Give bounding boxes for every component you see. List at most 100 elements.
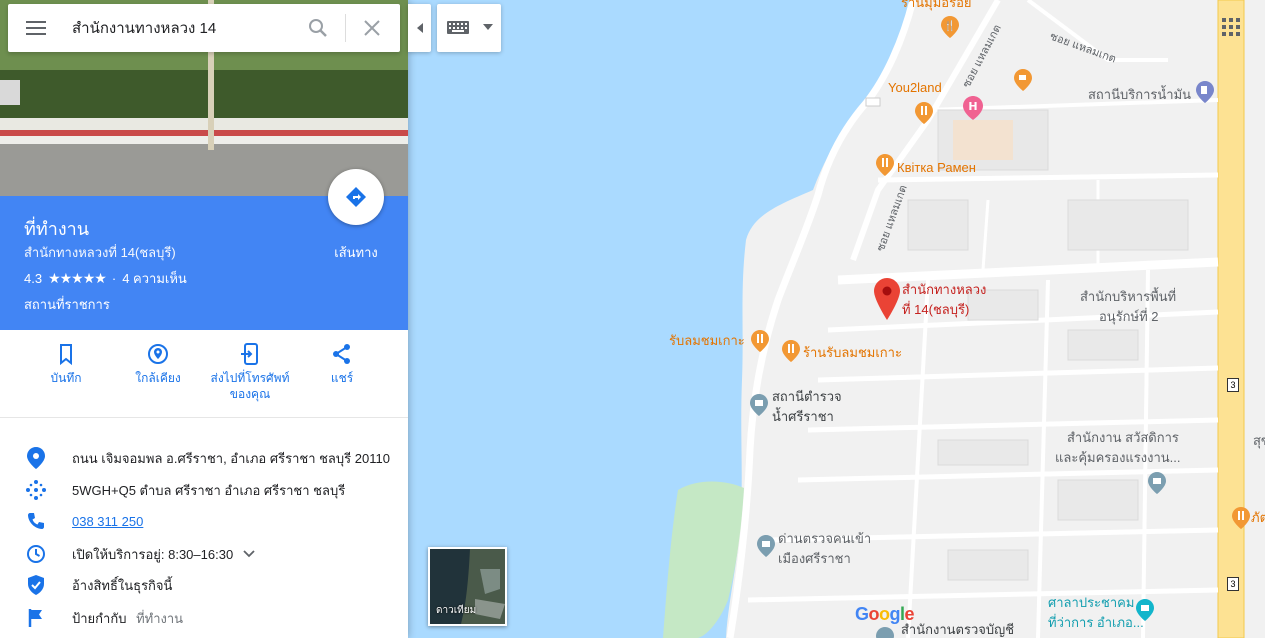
place-title: ที่ทำงาน: [24, 219, 90, 239]
location-pin-icon: [24, 446, 48, 470]
map-label[interactable]: เมืองศรีราชา: [778, 550, 851, 567]
svg-text:H: H: [968, 100, 977, 113]
gas-station-pin-icon[interactable]: [1196, 81, 1214, 103]
map-label[interactable]: Квітка Рамен: [897, 159, 976, 176]
map-label[interactable]: สำนักงาน สวัสดิการ: [1067, 429, 1179, 446]
pin-label[interactable]: สำนักทางหลวง: [902, 281, 986, 298]
search-input[interactable]: [72, 16, 292, 40]
map-label[interactable]: ด่านตรวจคนเข้า: [778, 530, 871, 547]
government-pin-icon[interactable]: [757, 535, 775, 557]
map-label[interactable]: ภัต: [1251, 509, 1265, 526]
label-value: ที่ทำงาน: [136, 610, 184, 626]
hospital-pin-icon[interactable]: H: [963, 96, 983, 120]
review-count-link[interactable]: 4 ความเห็น: [122, 268, 187, 289]
directions-label[interactable]: เส้นทาง: [328, 242, 384, 263]
save-label: บันทึก: [50, 371, 82, 385]
send-label-line1: ส่งไปที่โทรศัพท์: [210, 371, 290, 385]
input-tools-control: [437, 4, 501, 52]
share-label: แชร์: [330, 371, 354, 385]
map-canvas[interactable]: 🍴 H 3 3 ร้านมุมอร่อย You2land Квітка Рам…: [408, 0, 1265, 638]
label-prefix: ป้ายกำกับ: [72, 610, 127, 626]
label-row[interactable]: ป้ายกำกับ ที่ทำงาน: [0, 603, 408, 633]
search-divider: [345, 14, 346, 42]
map-label[interactable]: You2land: [888, 79, 942, 96]
map-label[interactable]: น้ำศรีราชา: [772, 408, 834, 425]
clock-icon: [24, 542, 48, 566]
claim-text: อ้างสิทธิ์ในธุรกิจนี้: [72, 577, 173, 593]
hours-label: เปิดให้บริการอยู่:: [72, 546, 165, 562]
hours-row[interactable]: เปิดให้บริการอยู่: 8:30–16:30: [0, 539, 408, 569]
restaurant-pin-icon[interactable]: [1232, 507, 1250, 529]
restaurant-pin-icon[interactable]: [782, 340, 800, 362]
satellite-label: ดาวเทียม: [436, 605, 477, 616]
nearby-button[interactable]: ใกล้เคียง: [110, 342, 206, 386]
bookmark-icon: [60, 344, 72, 366]
svg-text:🍴: 🍴: [944, 19, 956, 32]
map-label[interactable]: รับลมชมเกาะ: [669, 332, 745, 349]
route-shield: 3: [1227, 378, 1239, 392]
keyboard-icon[interactable]: [446, 19, 470, 35]
share-icon: [333, 344, 350, 364]
flag-icon: [24, 606, 48, 630]
place-category[interactable]: สถานที่ราชการ: [24, 294, 110, 315]
phone-link[interactable]: 038 311 250: [72, 514, 143, 529]
nearby-icon: [148, 344, 168, 364]
save-button[interactable]: บันทึก: [18, 342, 114, 386]
send-to-phone-icon: [241, 343, 258, 365]
directions-button[interactable]: [328, 169, 384, 225]
label-text: ป้ายกำกับ ที่ทำงาน: [72, 608, 183, 629]
restaurant-pin-icon[interactable]: 🍴: [941, 16, 959, 38]
government-pin-icon[interactable]: [876, 627, 894, 638]
hours-text: เปิดให้บริการอยู่: 8:30–16:30: [72, 544, 255, 565]
maps-app: { "search": {"value": "สำนักงานทางหลวง 1…: [0, 0, 1265, 638]
apps-grid-icon[interactable]: [1221, 17, 1241, 37]
place-subtitle: สำนักทางหลวงที่ 14(ชลบุรี): [24, 245, 176, 260]
plus-code-icon: [24, 478, 48, 502]
government-pin-icon[interactable]: [1148, 472, 1166, 494]
map-label[interactable]: สำนักงานตรวจบัญชี: [901, 621, 1014, 638]
cafe-pin-icon[interactable]: [1014, 69, 1032, 91]
google-logo: Google: [855, 604, 915, 624]
map-label[interactable]: สถานีบริการน้ำมัน: [1088, 86, 1191, 103]
map-label[interactable]: สำนักบริหารพื้นที่: [1080, 288, 1176, 305]
star-rating-icon: ★★★★★: [48, 270, 107, 286]
send-to-phone-button[interactable]: ส่งไปที่โทรศัพท์ ของคุณ: [202, 342, 298, 402]
selected-place-pin-icon[interactable]: [874, 278, 900, 320]
share-button[interactable]: แชร์: [294, 342, 390, 386]
plus-code-row[interactable]: 5WGH+Q5 ตำบล ศรีราชา อำเภอ ศรีราชา ชลบุร…: [0, 475, 408, 505]
collapse-panel-button[interactable]: [408, 4, 431, 52]
claim-business-row[interactable]: อ้างสิทธิ์ในธุรกิจนี้: [0, 570, 408, 600]
map-label[interactable]: อนุรักษ์ที่ 2: [1099, 308, 1159, 325]
address-row[interactable]: ถนน เจิมจอมพล อ.ศรีราชา, อำเภอ ศรีราชา ช…: [0, 443, 408, 473]
restaurant-pin-icon[interactable]: [915, 102, 933, 124]
pin-label[interactable]: ที่ 14(ชลบุรี): [902, 301, 969, 318]
government-pin-icon[interactable]: [750, 394, 768, 416]
place-panel: ที่ทำงาน สำนักทางหลวงที่ 14(ชลบุรี) 4.3 …: [0, 0, 408, 638]
hamburger-menu-icon[interactable]: [24, 18, 48, 38]
rating-value: 4.3: [24, 271, 43, 286]
verified-shield-icon: [24, 573, 48, 597]
restaurant-pin-icon[interactable]: [751, 330, 769, 352]
map-label[interactable]: ศาลาประชาคม: [1048, 594, 1134, 611]
action-bar: บันทึก ใกล้เคียง ส่งไปที่โทรศัพท์ ของคุณ…: [0, 330, 408, 418]
search-icon[interactable]: [308, 18, 328, 38]
map-label[interactable]: ร้านมุมอร่อย: [901, 0, 972, 11]
phone-row[interactable]: 038 311 250: [0, 506, 408, 536]
map-label[interactable]: สถานีตำรวจ: [772, 388, 842, 405]
plus-code-text: 5WGH+Q5 ตำบล ศรีราชา อำเภอ ศรีราชา ชลบุร…: [72, 482, 346, 498]
address-text: ถนน เจิมจอมพล อ.ศรีราชา, อำเภอ ศรีราชา ช…: [72, 450, 390, 466]
route-shield: 3: [1227, 577, 1239, 591]
close-icon[interactable]: [362, 18, 382, 38]
satellite-toggle[interactable]: ดาวเทียม: [428, 547, 507, 626]
chevron-down-icon[interactable]: [243, 549, 255, 559]
map-label[interactable]: และคุ้มครองแรงงาน...: [1055, 449, 1181, 466]
phone-icon: [24, 509, 48, 533]
hours-value: 8:30–16:30: [168, 546, 234, 562]
dropdown-arrow-icon[interactable]: [483, 24, 493, 30]
map-label[interactable]: ที่ว่าการ อำเภอ...: [1048, 614, 1144, 631]
send-label-line2: ของคุณ: [229, 387, 271, 401]
restaurant-pin-icon[interactable]: [876, 154, 894, 176]
caret-left-icon: [416, 23, 423, 33]
map-label: สุขุ: [1253, 433, 1265, 448]
map-label[interactable]: ร้านรับลมชมเกาะ: [803, 344, 902, 361]
